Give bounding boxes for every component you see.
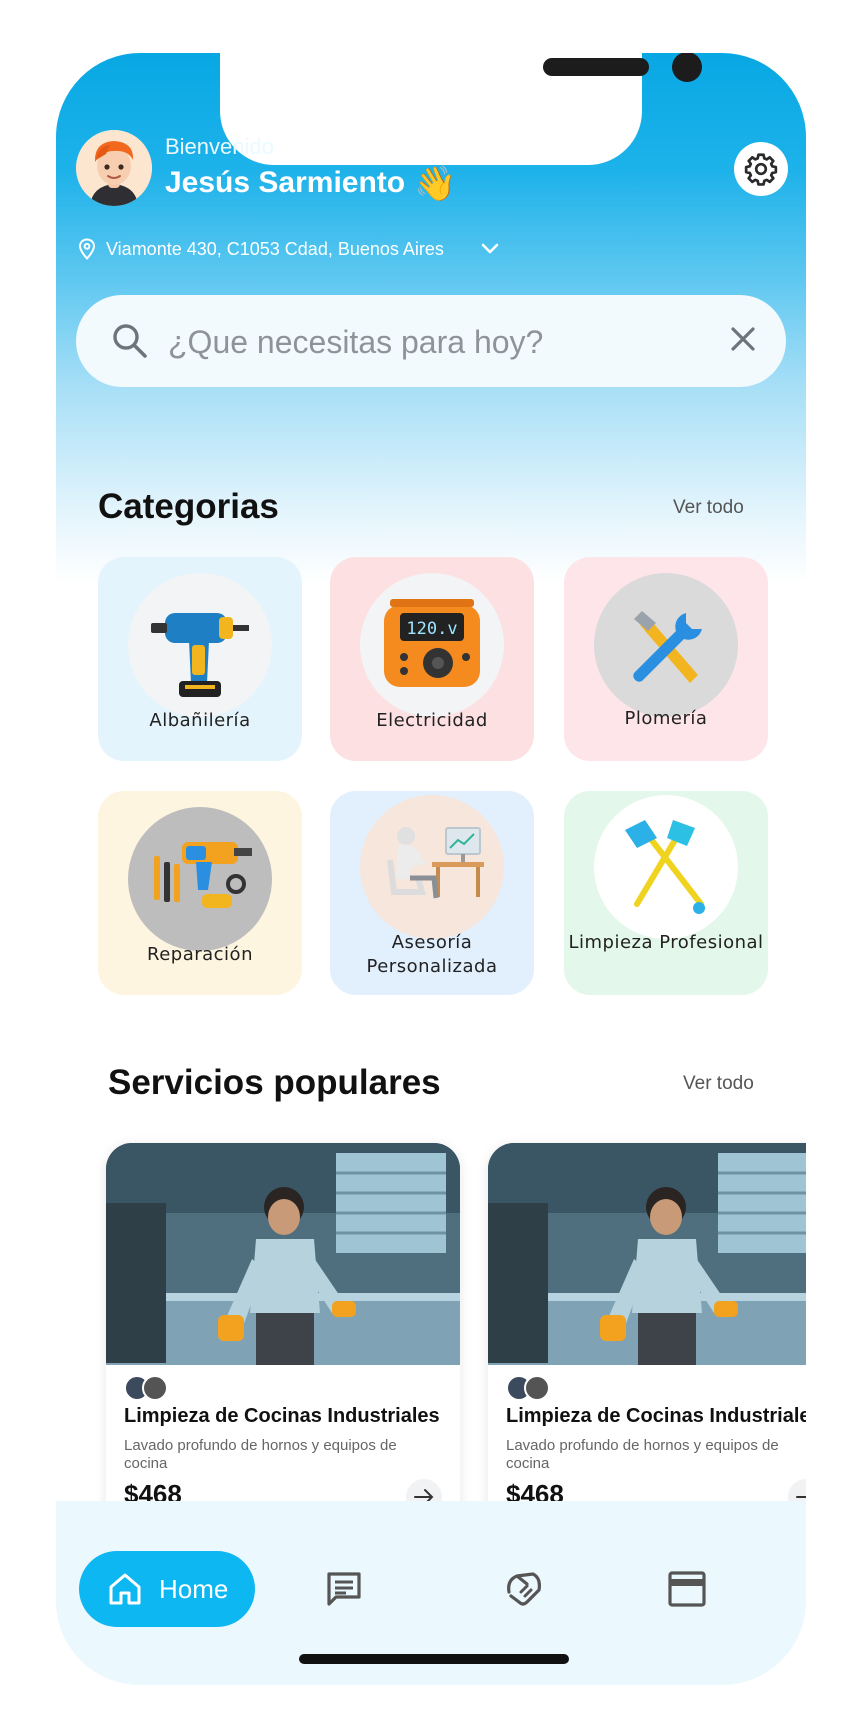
settings-button[interactable] [734,142,788,196]
tab-home-label: Home [159,1573,229,1604]
phone-frame: Bienvenido Jesús Sarmiento 👋 Viamonte 43… [56,53,806,1685]
notch [220,53,702,165]
avatar [142,1375,168,1401]
popular-see-all-link[interactable]: Ver todo [683,1073,754,1095]
brush-broom-icon [594,795,738,939]
category-card-albanileria[interactable]: Albañilería [98,557,302,761]
card-icon [668,1571,706,1607]
address-text: Viamonte 430, C1053 Cdad, Buenos Aires [106,238,444,259]
chat-icon [327,1572,361,1606]
speaker [543,58,649,76]
home-icon [109,1573,141,1605]
greeting-text: Bienvenido [165,134,274,159]
wrench-screwdriver-icon [594,573,738,717]
avatar [524,1375,550,1401]
bottom-tab-bar: Home [56,1501,806,1685]
tab-payments[interactable] [665,1567,709,1611]
user-name: Jesús Sarmiento [165,166,406,199]
service-card[interactable]: Limpieza de Cocinas Industriales Lavado … [488,1143,806,1563]
gear-icon [744,153,778,186]
category-label: Asesoría Personalizada [366,932,498,977]
avatar[interactable] [76,130,152,206]
service-title: Limpieza de Cocinas Industriales [124,1405,440,1427]
category-card-asesoria[interactable]: Asesoría Personalizada [330,791,534,995]
provider-avatars [506,1375,550,1401]
search-input[interactable] [166,295,710,389]
svg-text:120.v: 120.v [406,619,457,639]
popular-services-title: Servicios populares [108,1063,441,1102]
service-photo [488,1143,806,1365]
service-photo [106,1143,460,1365]
search-bar [76,295,786,389]
category-label: Electricidad [376,710,488,731]
category-card-limpieza[interactable]: Limpieza Profesional [564,791,768,995]
multimeter-icon: 120.v [360,573,504,717]
category-label: Plomería [624,708,708,729]
category-label: Albañilería [149,710,251,731]
tab-messages[interactable] [322,1567,366,1611]
chevron-down-icon[interactable] [480,242,500,256]
handshake-icon [507,1572,541,1606]
toolkit-icon [128,807,272,951]
service-card[interactable]: Limpieza de Cocinas Industriales Lavado … [106,1143,460,1563]
category-label: Limpieza Profesional [568,932,764,953]
waving-hand-icon: 👋 [414,165,457,203]
tab-services[interactable] [502,1567,546,1611]
location-selector[interactable]: Viamonte 430, C1053 Cdad, Buenos Aires [78,238,500,260]
drill-icon [128,573,272,717]
service-description: Lavado profundo de hornos y equipos de c… [506,1437,779,1472]
close-icon[interactable] [728,324,758,354]
consultant-desk-icon [360,795,504,939]
tab-home[interactable]: Home [79,1551,255,1627]
provider-avatars [124,1375,168,1401]
category-card-electricidad[interactable]: 120.v Electricidad [330,557,534,761]
service-description: Lavado profundo de hornos y equipos de c… [124,1437,397,1472]
category-label: Reparación [147,944,253,965]
category-card-plomeria[interactable]: Plomería [564,557,768,761]
front-camera [672,53,702,82]
search-icon [113,324,147,358]
home-indicator [299,1654,569,1664]
categories-see-all-link[interactable]: Ver todo [673,497,744,519]
category-card-reparacion[interactable]: Reparación [98,791,302,995]
service-title: Limpieza de Cocinas Industriales [506,1405,806,1427]
location-pin-icon [78,238,96,260]
categories-title: Categorias [98,487,279,526]
